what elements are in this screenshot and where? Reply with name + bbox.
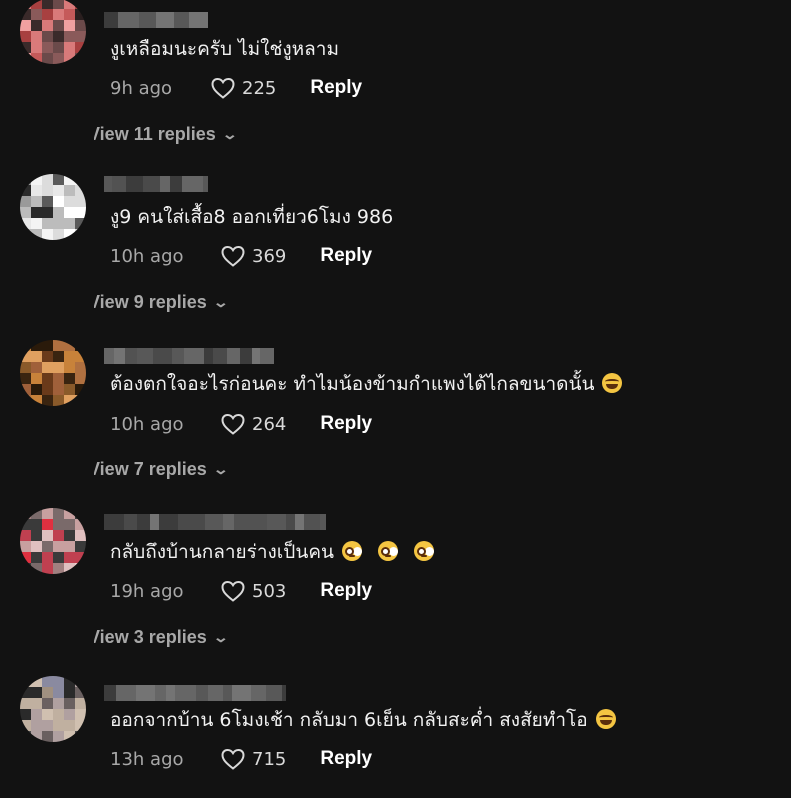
heart-icon	[221, 748, 245, 770]
comment-time: 10h ago	[110, 413, 184, 435]
chevron-down-icon: ⌄	[212, 629, 229, 645]
username-blurred[interactable]	[104, 348, 274, 364]
avatar[interactable]	[20, 0, 86, 64]
view-replies-label: View 3 replies	[88, 627, 207, 647]
comment-text: กลับถึงบ้านกลายร่างเป็นคน	[110, 540, 435, 564]
avatar[interactable]	[20, 174, 86, 240]
like-button[interactable]: 225	[210, 76, 276, 100]
like-count: 264	[252, 413, 287, 435]
comment-text-content: งูเหลือมนะครับ ไม่ใช่งูหลาม	[110, 38, 339, 60]
view-replies-button[interactable]: View 3 replies ⌄	[88, 627, 229, 648]
comment-meta: 19h ago 503 Reply	[110, 579, 372, 603]
comment-text-content: กลับถึงบ้านกลายร่างเป็นคน	[110, 541, 335, 563]
comment-time: 10h ago	[110, 245, 184, 267]
heart-icon	[221, 413, 245, 435]
heart-icon	[221, 580, 245, 602]
avatar[interactable]	[20, 676, 86, 742]
username-blurred[interactable]	[104, 176, 208, 192]
comments-feed: งูเหลือมนะครับ ไม่ใช่งูหลาม 9h ago 225 R…	[0, 0, 791, 798]
comment-meta: 10h ago 264 Reply	[110, 412, 372, 436]
reply-button[interactable]: Reply	[320, 245, 372, 267]
view-replies-label: View 9 replies	[88, 292, 207, 312]
avatar[interactable]	[20, 508, 86, 574]
comment-text: งูเหลือมนะครับ ไม่ใช่งูหลาม	[110, 37, 339, 61]
like-count: 369	[252, 245, 287, 267]
comment-time: 13h ago	[110, 748, 184, 770]
reply-button[interactable]: Reply	[310, 77, 362, 99]
flushed-emoji-icon	[378, 541, 399, 561]
heart-icon	[211, 77, 235, 99]
like-button[interactable]: 264	[220, 412, 286, 436]
heart-icon	[221, 245, 245, 267]
comment-time: 19h ago	[110, 580, 184, 602]
comment-text-content: ออกจากบ้าน 6โมงเช้า กลับมา 6เย็น กลับสะค…	[110, 709, 588, 731]
comment-text-content: งู9 คนใส่เสื้อ8 ออกเที่ยว6โมง 986	[110, 206, 394, 228]
view-replies-button[interactable]: View 11 replies ⌄	[88, 124, 238, 145]
comment-meta: 13h ago 715 Reply	[110, 747, 372, 771]
comment-text: ออกจากบ้าน 6โมงเช้า กลับมา 6เย็น กลับสะค…	[110, 708, 616, 732]
reply-button[interactable]: Reply	[320, 748, 372, 770]
avatar[interactable]	[20, 340, 86, 406]
like-count: 503	[252, 580, 287, 602]
like-count: 225	[242, 77, 277, 99]
comment-text-content: ต้องตกใจอะไรก่อนคะ ทำไมน้องข้ามกำแพงได้ไ…	[110, 373, 595, 395]
view-replies-label: View 7 replies	[88, 459, 207, 479]
username-blurred[interactable]	[104, 685, 286, 701]
laughing-emoji-icon	[602, 373, 623, 393]
like-count: 715	[252, 748, 287, 770]
comment-time: 9h ago	[110, 77, 173, 99]
flushed-emoji-icon	[342, 541, 363, 561]
reply-button[interactable]: Reply	[320, 580, 372, 602]
laughing-emoji-icon	[595, 709, 616, 729]
chevron-down-icon: ⌄	[212, 294, 229, 310]
like-button[interactable]: 503	[220, 579, 286, 603]
flushed-emoji-icon	[414, 541, 435, 561]
like-button[interactable]: 715	[220, 747, 286, 771]
comment-text: ต้องตกใจอะไรก่อนคะ ทำไมน้องข้ามกำแพงได้ไ…	[110, 372, 623, 396]
comment-text: งู9 คนใส่เสื้อ8 ออกเที่ยว6โมง 986	[110, 205, 393, 229]
username-blurred[interactable]	[104, 514, 326, 530]
reply-button[interactable]: Reply	[320, 413, 372, 435]
comment-meta: 10h ago 369 Reply	[110, 244, 372, 268]
chevron-down-icon: ⌄	[212, 461, 229, 477]
view-replies-label: View 11 replies	[88, 124, 216, 144]
username-blurred[interactable]	[104, 12, 208, 28]
comment-meta: 9h ago 225 Reply	[110, 76, 362, 100]
like-button[interactable]: 369	[220, 244, 286, 268]
chevron-down-icon: ⌄	[221, 126, 238, 142]
view-replies-button[interactable]: View 9 replies ⌄	[88, 292, 229, 313]
view-replies-button[interactable]: View 7 replies ⌄	[88, 459, 229, 480]
